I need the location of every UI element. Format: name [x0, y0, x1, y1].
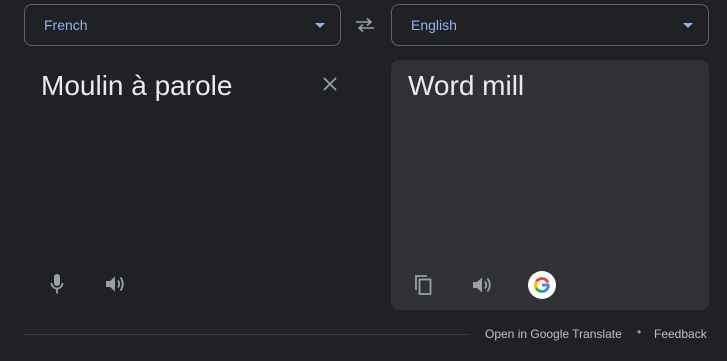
target-language-label: English — [411, 17, 457, 33]
target-language-select[interactable]: English — [391, 4, 709, 46]
google-logo-icon — [534, 277, 550, 293]
close-icon — [323, 77, 337, 91]
copy-translation-button[interactable] — [409, 271, 437, 299]
footer-divider — [24, 334, 469, 335]
chevron-down-icon — [683, 22, 693, 28]
clear-text-button[interactable] — [318, 72, 342, 96]
listen-translation-button[interactable] — [468, 271, 496, 299]
open-in-google-translate-link[interactable]: Open in Google Translate — [485, 327, 622, 341]
swap-icon — [356, 17, 374, 33]
listen-source-button[interactable] — [101, 270, 129, 298]
speaker-icon — [473, 277, 491, 293]
footer-separator: • — [637, 325, 642, 339]
copy-icon — [415, 275, 432, 295]
microphone-icon — [50, 274, 64, 294]
chevron-down-icon — [315, 22, 325, 28]
google-logo-button[interactable] — [528, 271, 556, 299]
feedback-link[interactable]: Feedback — [654, 327, 707, 341]
source-text-input[interactable]: Moulin à parole — [41, 70, 232, 102]
translation-text: Word mill — [408, 70, 525, 101]
source-text-panel[interactable]: Moulin à parole — [24, 60, 365, 310]
translation-panel: Word mill — [391, 60, 709, 310]
source-language-select[interactable]: French — [24, 4, 341, 46]
source-language-label: French — [44, 17, 88, 33]
swap-languages-button[interactable] — [353, 13, 377, 37]
microphone-button[interactable] — [43, 270, 71, 298]
speaker-icon — [106, 276, 124, 292]
